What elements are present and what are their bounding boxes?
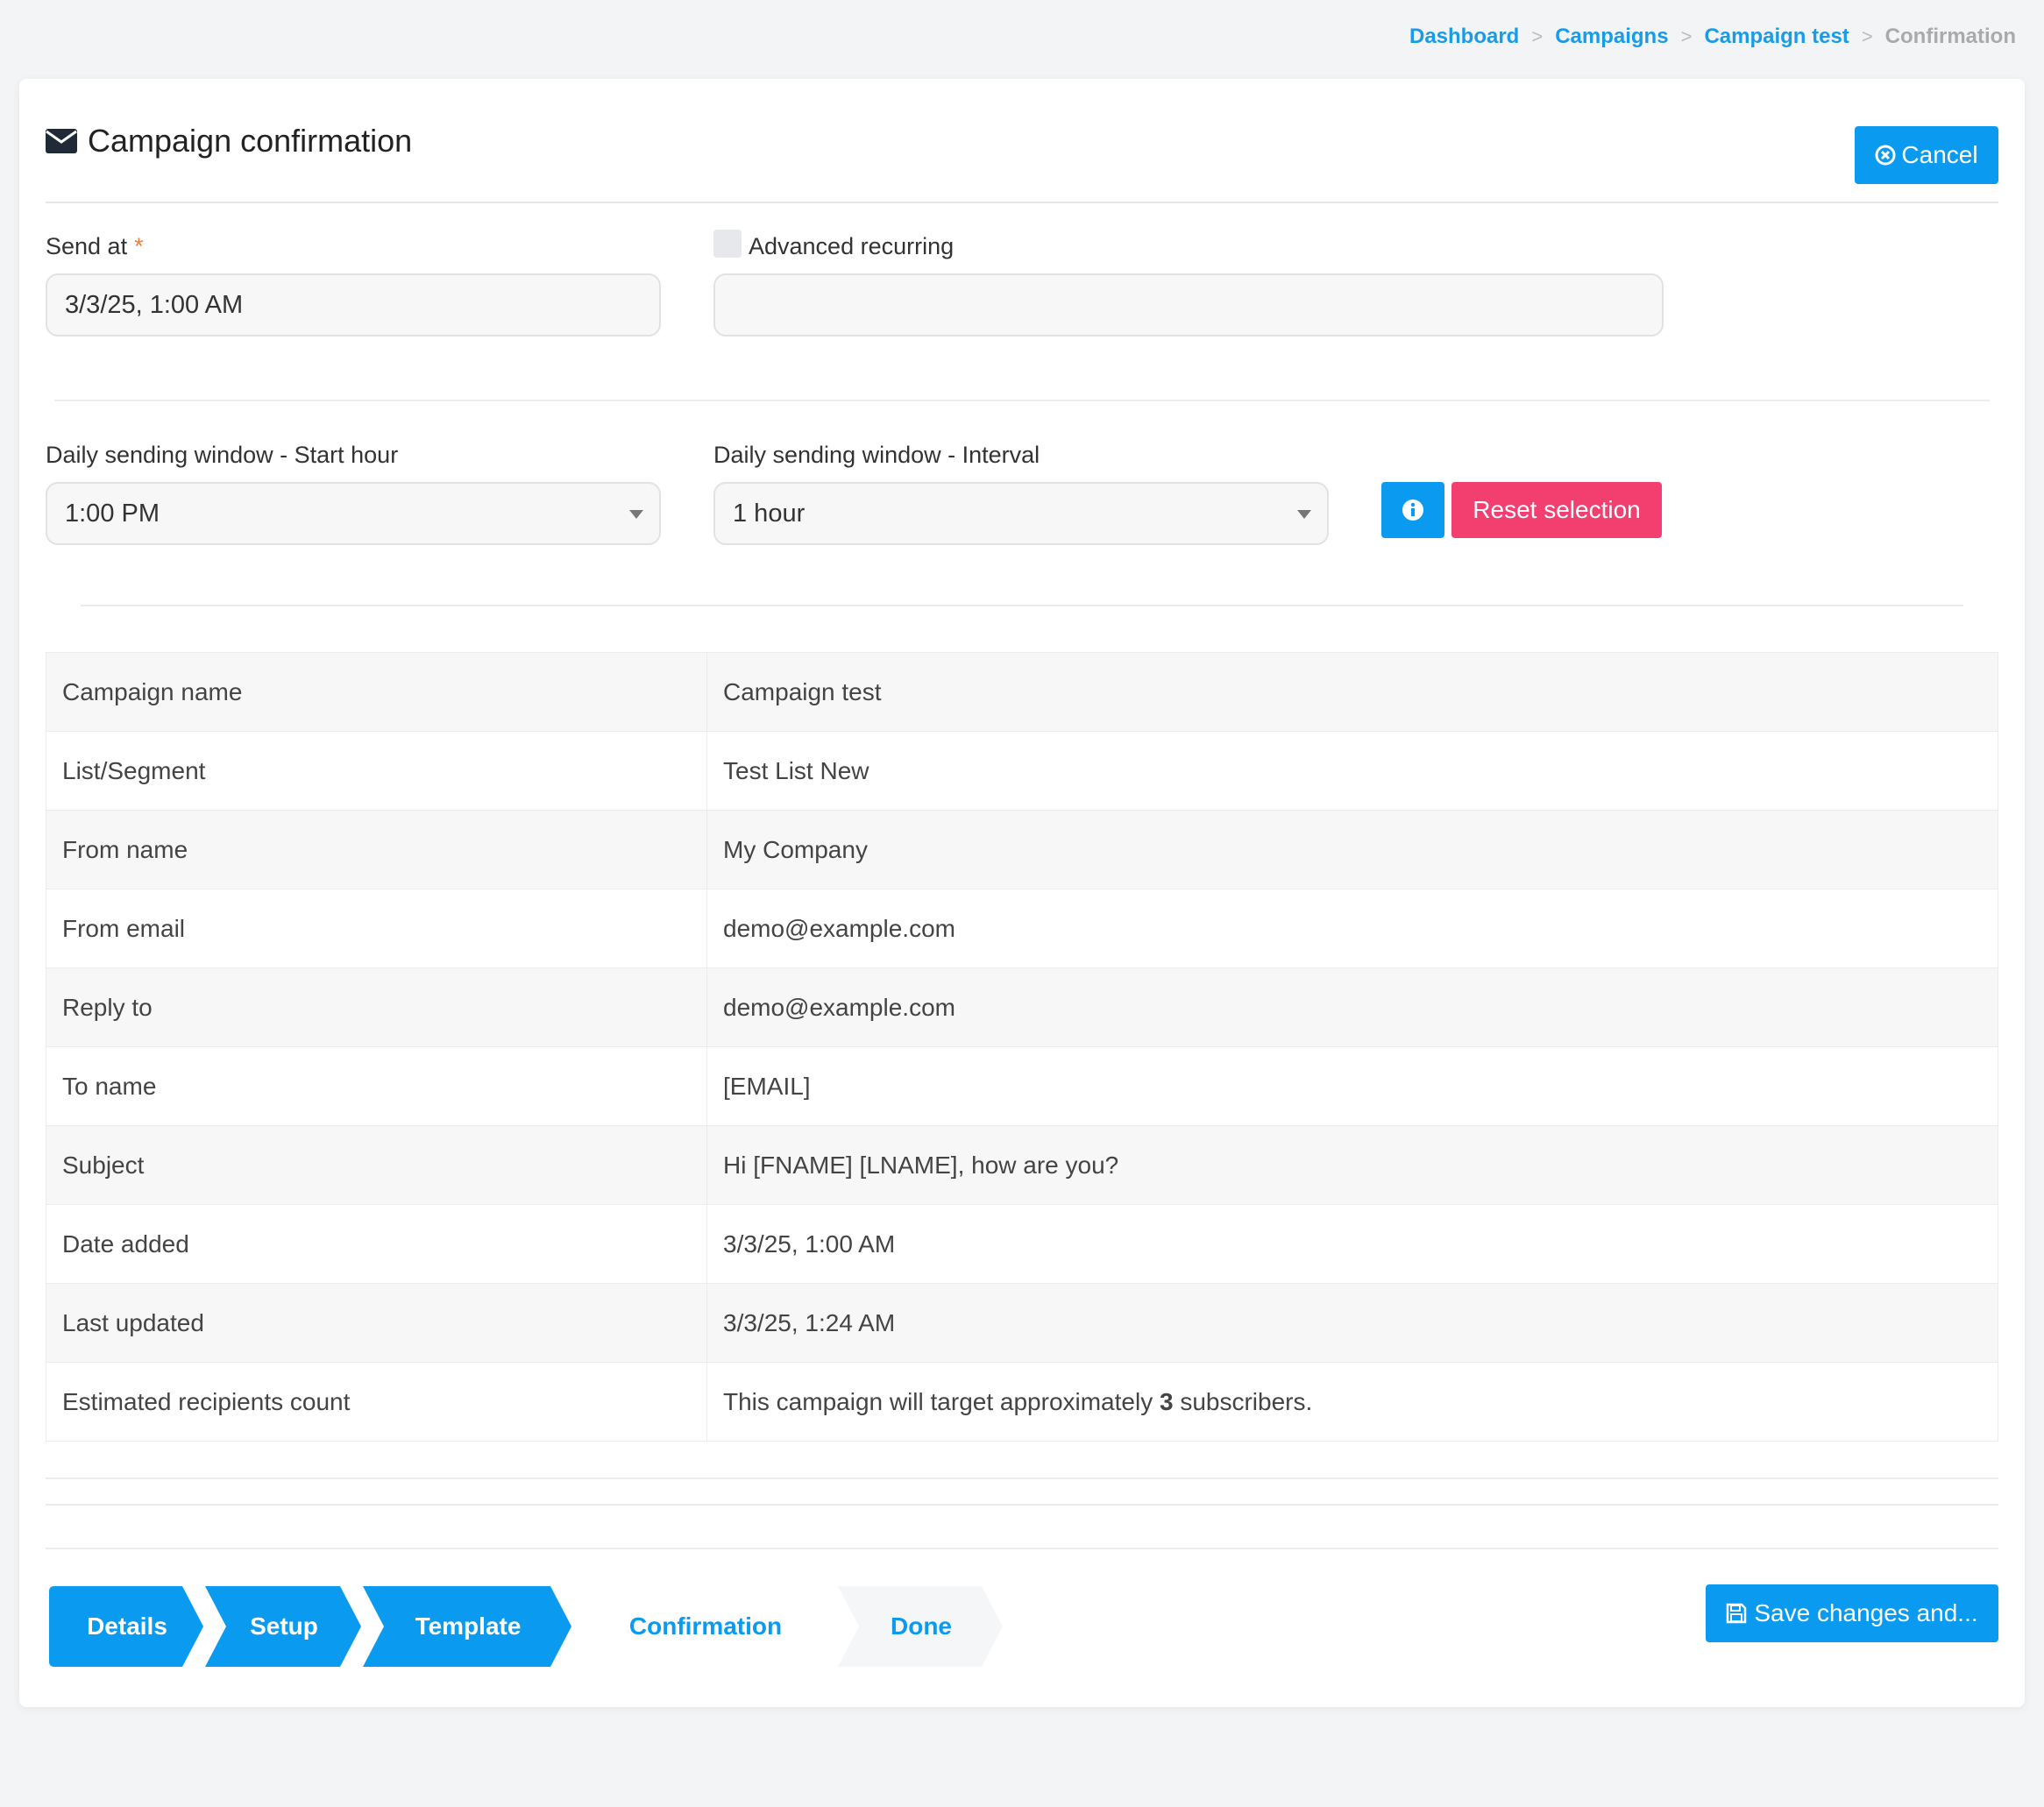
- row-label: From name: [46, 810, 707, 889]
- table-row: From name My Company: [46, 810, 1998, 889]
- start-hour-label: Daily sending window - Start hour: [46, 442, 399, 468]
- row-value: demo@example.com: [706, 889, 1998, 968]
- wizard-step-confirmation[interactable]: Confirmation: [573, 1586, 838, 1667]
- breadcrumb-separator: >: [1680, 25, 1693, 47]
- save-button-label: Save changes and...: [1754, 1599, 1978, 1626]
- breadcrumb-current: Confirmation: [1884, 25, 2016, 48]
- row-value: Hi [FNAME] [LNAME], how are you?: [706, 1125, 1998, 1205]
- table-row: Last updated 3/3/25, 1:24 AM: [46, 1283, 1998, 1363]
- required-mark: *: [134, 233, 144, 259]
- recipients-prefix: This campaign will target approximately: [723, 1387, 1160, 1415]
- table-row: From email demo@example.com: [46, 889, 1998, 968]
- row-value: demo@example.com: [706, 967, 1998, 1047]
- recipients-count: 3: [1159, 1387, 1174, 1415]
- info-circle-icon: [1402, 500, 1423, 521]
- breadcrumb-dashboard[interactable]: Dashboard: [1409, 25, 1519, 49]
- floppy-disk-icon: [1727, 1603, 1747, 1624]
- breadcrumb-campaigns[interactable]: Campaigns: [1555, 25, 1668, 49]
- divider: [81, 605, 1963, 606]
- table-row: Subject Hi [FNAME] [LNAME], how are you?: [46, 1125, 1998, 1205]
- table-row: To name [EMAIL]: [46, 1046, 1998, 1126]
- send-at-input[interactable]: 3/3/25, 1:00 AM: [46, 273, 661, 337]
- breadcrumb-separator: >: [1861, 25, 1873, 47]
- breadcrumb-campaign-test[interactable]: Campaign test: [1704, 25, 1849, 49]
- page-title-text: Campaign confirmation: [88, 123, 413, 159]
- row-label: Campaign name: [46, 652, 707, 732]
- row-value: 3/3/25, 1:00 AM: [706, 1204, 1998, 1284]
- table-row: List/Segment Test List New: [46, 731, 1998, 811]
- row-value: This campaign will target approximately …: [706, 1362, 1998, 1442]
- save-changes-button[interactable]: Save changes and...: [1706, 1584, 1998, 1642]
- row-value: My Company: [706, 810, 1998, 889]
- table-row: Reply to demo@example.com: [46, 967, 1998, 1047]
- campaign-confirmation-card: Campaign confirmation Cancel Send at * 3/…: [19, 79, 2025, 1707]
- wizard-step-done[interactable]: Done: [838, 1586, 1004, 1667]
- info-button[interactable]: [1381, 482, 1444, 538]
- send-at-label: Send at *: [46, 233, 144, 260]
- breadcrumb: Dashboard > Campaigns > Campaign test > …: [1409, 25, 2016, 49]
- breadcrumb-separator: >: [1531, 25, 1544, 47]
- row-value: [EMAIL]: [706, 1046, 1998, 1126]
- cancel-button[interactable]: Cancel: [1855, 126, 1998, 184]
- row-label: Estimated recipients count: [46, 1362, 707, 1442]
- divider: [46, 1504, 1998, 1506]
- row-label: List/Segment: [46, 731, 707, 811]
- start-hour-value: 1:00 PM: [65, 499, 160, 528]
- wizard-step-setup[interactable]: Setup: [205, 1586, 363, 1667]
- wizard-step-details[interactable]: Details: [49, 1586, 205, 1667]
- divider: [46, 1477, 1998, 1479]
- table-row: Estimated recipients count This campaign…: [46, 1362, 1998, 1442]
- times-circle-icon: [1875, 145, 1896, 166]
- wizard-step-label: Details: [87, 1612, 167, 1640]
- wizard-step-label: Setup: [250, 1612, 318, 1640]
- table-row: Date added 3/3/25, 1:00 AM: [46, 1204, 1998, 1284]
- advanced-recurring-label: Advanced recurring: [749, 233, 955, 259]
- envelope-icon: [46, 129, 77, 153]
- card-header: Campaign confirmation Cancel: [46, 79, 1998, 203]
- wizard-step-label: Confirmation: [628, 1612, 783, 1640]
- advanced-recurring-checkbox[interactable]: [713, 230, 742, 258]
- row-label: Reply to: [46, 967, 707, 1047]
- cancel-button-label: Cancel: [1901, 141, 1978, 168]
- row-label: Last updated: [46, 1283, 707, 1363]
- reset-selection-button[interactable]: Reset selection: [1451, 482, 1662, 538]
- recipients-suffix: subscribers.: [1173, 1387, 1313, 1415]
- interval-label: Daily sending window - Interval: [713, 442, 1040, 468]
- send-at-label-text: Send at: [46, 233, 128, 259]
- campaign-details-table: Campaign name Campaign test List/Segment…: [46, 652, 1998, 1442]
- interval-value: 1 hour: [733, 499, 806, 528]
- row-label: To name: [46, 1046, 707, 1126]
- row-value: Test List New: [706, 731, 1998, 811]
- advanced-recurring-input[interactable]: [713, 273, 1664, 337]
- row-label: Subject: [46, 1125, 707, 1205]
- caret-down-icon: [1297, 510, 1311, 519]
- row-label: Date added: [46, 1204, 707, 1284]
- wizard-steps: Details Setup Template Confirmation Done: [49, 1586, 1004, 1667]
- page-title: Campaign confirmation: [46, 123, 412, 159]
- caret-down-icon: [629, 510, 643, 519]
- divider: [54, 400, 1990, 401]
- row-value: Campaign test: [706, 652, 1998, 732]
- start-hour-select[interactable]: 1:00 PM: [46, 482, 661, 545]
- interval-select[interactable]: 1 hour: [713, 482, 1329, 545]
- wizard-step-template[interactable]: Template: [363, 1586, 573, 1667]
- wizard-step-label: Done: [891, 1612, 952, 1640]
- row-value: 3/3/25, 1:24 AM: [706, 1283, 1998, 1363]
- row-label: From email: [46, 889, 707, 968]
- divider: [46, 1548, 1998, 1549]
- wizard-step-label: Template: [415, 1612, 522, 1640]
- table-row: Campaign name Campaign test: [46, 652, 1998, 732]
